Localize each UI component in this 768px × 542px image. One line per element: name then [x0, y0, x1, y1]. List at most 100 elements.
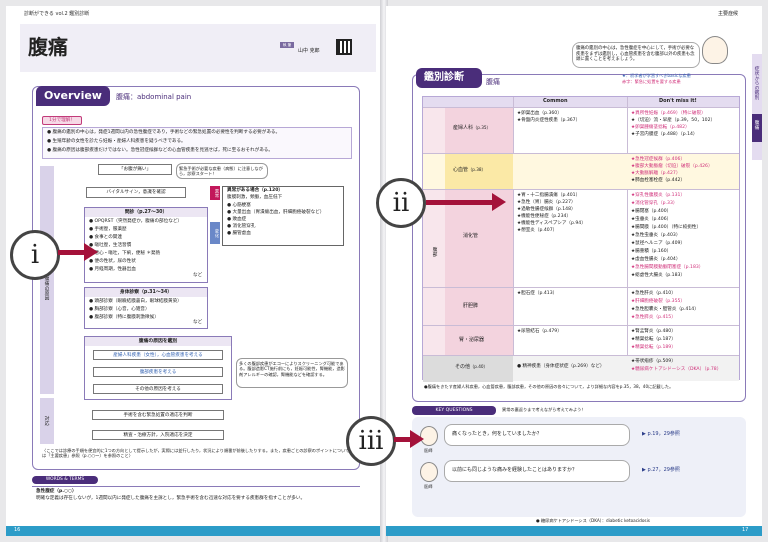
dont-item: ★穿孔性腹膜炎（p.131） [631, 193, 686, 198]
interview-item: ● 悪心・嘔吐，下痢，便秘 ＊発熱 [89, 251, 161, 256]
abnormal-title: 異常がある場合（p.120） [227, 188, 283, 193]
callout-ii: ii [376, 178, 426, 228]
dont-item: ★急性肝炎（p.410） [631, 291, 676, 296]
footer-band-left [6, 526, 382, 536]
column-dont-miss: Don't miss it! [659, 98, 697, 104]
interview-item: ● 食事との関連 [89, 235, 122, 240]
common-item: ★過敏性腸症候群（p.148） [517, 207, 576, 212]
book-spread: 診断ができる vol.2 鑑別診断 腹痛 執 筆 山中 克郎 Overview … [0, 0, 768, 542]
overview-subtitle: 腹痛：abdominal pain [116, 93, 192, 101]
dont-item: ★異所性妊娠（p.469）（特に破裂） [631, 111, 706, 116]
kq-question: 痛くなったとき，何をしていましたか？ [452, 431, 542, 437]
flow-start: 「お腹が痛い」 [98, 164, 172, 175]
dont-item: ★急性虫垂炎（p.403） [631, 233, 681, 238]
row-name: 心血管（p.38） [453, 167, 486, 173]
callout-iii: iii [346, 416, 396, 466]
right-page: 主要症候 腹痛の鑑別の中心は，急性腹症を中心にして，手術が必要な疾患をまずは鑑別… [386, 6, 762, 536]
row-name: 消化管 [463, 233, 479, 239]
summary-bullet: ● 腹痛の鑑別の中心は，発症1週間以内の急性腹症であり，手術などの緊急処置の必要… [47, 130, 281, 135]
author-label: 執 筆 [280, 42, 294, 48]
dont-item: ★急性冠症候群（p.406） [631, 157, 686, 162]
cause-item-abd: 腹部疾患を考える [93, 367, 223, 377]
dont-item: ★消化管穿孔（p.33） [631, 201, 678, 206]
abnormal-tag: 異常 [210, 186, 220, 200]
row-name: その他（p.40） [455, 364, 488, 370]
interview-item: ● 月経周期，性器出血 [89, 267, 136, 272]
page-number-right: 17 [742, 527, 749, 533]
one-minute-badge: 1分で理解！ [42, 116, 82, 125]
flow-step-plan: 精査・治療方針，入院適応を決定 [92, 430, 224, 440]
exam-box: 身体診察（p.31〜34） ● 頭部診察（眼瞼結膜蒼白，眼球結膜黄染） ● 胸部… [84, 287, 208, 329]
dont-item: ★子宮内膜症（p.488）（p.14） [631, 132, 698, 137]
cause-item-ob: 産婦人科疾患（女性），心血管疾患を考える [93, 350, 223, 360]
kq-label: KEY QUESTIONS [412, 406, 496, 415]
words-rule [32, 486, 360, 487]
interview-item: ● OPQRST（突然発症か，腹痛の部位など） [89, 219, 183, 224]
common-item: ★尿管結石（p.479） [517, 329, 562, 334]
abnormal-item: ● 消化管穿孔 [227, 224, 256, 229]
running-head-left: 診断ができる vol.2 鑑別診断 [24, 11, 90, 17]
dont-item: ★鼠径ヘルニア（p.409） [631, 241, 686, 246]
left-page: 診断ができる vol.2 鑑別診断 腹痛 執 筆 山中 克郎 Overview … [6, 6, 382, 536]
dont-item: ★肝細胞癌破裂（p.355） [631, 299, 686, 304]
abnormal-sub: 腹膜刺激，頻脈，血圧低下 [227, 195, 283, 200]
row-name: 肝胆膵 [463, 303, 479, 309]
change-tag: 変化 [210, 222, 220, 244]
dont-item: ★糖尿病ケトアシドーシス（DKA）（p.78） [631, 367, 722, 372]
words-text: 明確な定義は存在しないが，1週間以内に発症した腹痛を主訴とし，緊急手術を含む迅速… [36, 496, 306, 501]
footer-note: ● 糖尿病ケトアシドーシス（DKA）：diabetic ketoacidosis [536, 518, 650, 523]
dont-item: ★急性腸間膜動脈閉塞症（p.183） [631, 265, 704, 270]
author-name: 山中 克郎 [298, 48, 320, 54]
flow-footnote: 〈ここでは診療の手順を便宜的に1つの方向として提示したが，実際には並行したり，状… [42, 448, 350, 459]
qr-code-icon [336, 39, 352, 55]
table-note: ●腹痛をきたす産婦人科疾患，心血管疾患，腹部疾患，その他の原因の各々について，よ… [424, 384, 674, 389]
exam-title: 身体診察（p.31〜34） [85, 288, 207, 297]
kq-question: 以前にも同じような痛みを経験したことはありますか？ [452, 467, 578, 473]
interview-more: など [193, 273, 203, 278]
dont-item: ★大動脈解離（p.427） [631, 171, 681, 176]
abnormal-item: ● 腸管虚血 [227, 231, 251, 236]
callout-i: i [10, 230, 60, 280]
common-item: ★骨盤内炎症性疾患（p.367） [517, 118, 581, 123]
abnormal-box: 異常がある場合（p.120） 腹膜刺激，頻脈，血圧低下 ● 心筋梗塞 ● 大量出… [222, 186, 344, 246]
cause-title: 腹痛の原因を鑑別 [85, 337, 231, 346]
dont-item: ★精巣捻転（p.187） [631, 337, 676, 342]
common-item: ★憩室炎（p.407） [517, 228, 558, 233]
side-label-action-text: 対応 [43, 416, 49, 426]
summary-bullet: ● 生殖年齢の女性を診たら妊娠・産婦人科疾患を疑うべきである。 [47, 139, 186, 144]
diff-label: 鑑別診断 [424, 72, 464, 83]
kq-ref-link[interactable]: ▶ p.27，29参照 [642, 467, 680, 474]
kq-role: 医師 [424, 448, 433, 453]
side-label-causes-text: 腹痛の原因 [43, 276, 49, 300]
exam-item: ● 胸部診察（心音，心雑音） [89, 307, 150, 312]
doctor-avatar [702, 36, 728, 64]
intro-bubble: 腹痛の鑑別の中心は，急性腹症を中心にして，手術が必要な疾患をまずは鑑別し，心血管… [572, 42, 700, 68]
exam-more: など [193, 320, 203, 325]
column-common: Common [543, 98, 568, 104]
abnormal-item: ● 大量出血（胃潰瘍出血，肝細胞癌破裂など） [227, 210, 325, 215]
dont-item: ★総虚性大腸炎（p.183） [631, 273, 686, 278]
legend-urgent: 赤字：緊急に処置を要する疾患 [622, 79, 681, 84]
dont-item: ★肺血栓塞栓症（p.442） [631, 178, 686, 183]
dont-item: ★腹部大動脈瘤（切迫）破裂（p.426） [631, 164, 713, 169]
dont-item: ★腎盂腎炎（p.480） [631, 329, 676, 334]
flow-vital: バイタルサイン，意識を確認 [86, 187, 186, 198]
table-row: 産婦人科（p.35） ★卵巣出血（p.360） ★骨盤内炎症性疾患（p.367）… [423, 107, 739, 153]
diff-subtitle: 腹痛 [486, 78, 500, 86]
diff-table: Common Don't miss it! 腹部 産婦人科（p.35） ★卵巣出… [422, 96, 740, 382]
common-item: ★機能性ディスペプシア（p.94） [517, 221, 586, 226]
summary-box: ● 腹痛の鑑別の中心は，発症1週間以内の急性腹症であり，手術などの緊急処置の必要… [42, 127, 352, 159]
words-label: WORDS & TERMS [32, 476, 98, 484]
dont-item: ★卵巣腫瘍茎捻転（p.482） [631, 125, 690, 130]
exam-item: ● 頭部診察（眼瞼結膜蒼白，眼球結膜黄染） [89, 299, 182, 304]
callout-iii-arrow [394, 430, 424, 448]
dont-item: ★虫垂炎（p.406） [631, 217, 672, 222]
row-name: 産婦人科（p.35） [453, 125, 491, 131]
table-row: 心血管（p.38） ★急性冠症候群（p.406） ★腹部大動脈瘤（切迫）破裂（p… [423, 153, 739, 190]
cause-note: 多くの腹部疾患がエコーによりスクリーニング可能である。腹部造影CT施行前にも，妊… [236, 358, 348, 388]
cause-box: 腹痛の原因を鑑別 産婦人科疾患（女性），心血管疾患を考える 腹部疾患を考える そ… [84, 336, 232, 400]
page-title: 腹痛 [28, 35, 68, 59]
table-row: 肝胆膵 ★胆石症（p.413） ★急性肝炎（p.410） ★肝細胞癌破裂（p.3… [423, 287, 739, 325]
kq-ref-link[interactable]: ▶ p.19，29参照 [642, 431, 680, 438]
words-term: 急性腹症（p.○○） [36, 489, 77, 494]
